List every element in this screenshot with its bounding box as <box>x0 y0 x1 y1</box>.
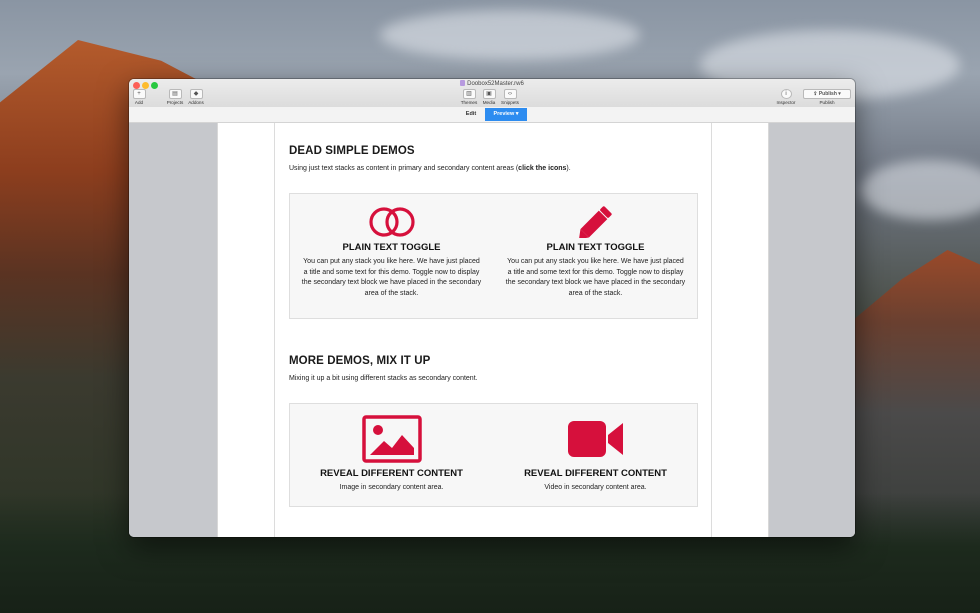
preview-viewport: DEAD SIMPLE DEMOS Using just text stacks… <box>129 123 855 537</box>
edit-mode-tab[interactable]: Edit <box>458 109 484 120</box>
cloud <box>380 10 640 60</box>
titlebar: Doobox52Master.rw6 + Add ▤ Projects ◆ Ad… <box>129 79 855 108</box>
card-title: PLAIN TEXT TOGGLE <box>546 242 645 253</box>
cloud <box>860 160 980 220</box>
info-icon: i <box>780 89 792 99</box>
mode-bar: Edit Preview ▾ <box>129 107 855 123</box>
page-content-column: DEAD SIMPLE DEMOS Using just text stacks… <box>274 123 712 537</box>
upload-icon: ⇪ <box>813 91 818 97</box>
projects-icon: ▤ <box>168 89 182 99</box>
demo-box: PLAIN TEXT TOGGLE You can put any stack … <box>289 193 698 319</box>
media-icon: ▣ <box>482 89 496 99</box>
card-text: You can put any stack you like here. We … <box>301 258 482 297</box>
toggle-card[interactable]: PLAIN TEXT TOGGLE You can put any stack … <box>290 194 493 299</box>
add-button[interactable]: + Add <box>132 89 146 105</box>
app-window: Doobox52Master.rw6 + Add ▤ Projects ◆ Ad… <box>129 79 855 537</box>
toggle-circles-icon[interactable] <box>368 206 416 238</box>
demo-box: REVEAL DIFFERENT CONTENT Image in second… <box>289 403 698 507</box>
pencil-icon[interactable] <box>572 206 620 238</box>
addons-button[interactable]: ◆ Addons <box>186 89 206 105</box>
card-title: REVEAL DIFFERENT CONTENT <box>524 468 667 479</box>
chevron-down-icon: ▾ <box>838 91 841 97</box>
card-text: Video in secondary content area. <box>544 484 647 491</box>
section-title: MORE DEMOS, MIX IT UP <box>289 355 431 367</box>
card-text: You can put any stack you like here. We … <box>505 258 686 297</box>
section-subtitle: Mixing it up a bit using different stack… <box>289 375 478 382</box>
plus-icon: + <box>132 89 146 99</box>
reveal-card[interactable]: REVEAL DIFFERENT CONTENT Video in second… <box>494 404 697 494</box>
code-icon: ‹› <box>503 89 517 99</box>
themes-button[interactable]: ▥ Themes <box>458 89 480 105</box>
document-title: Doobox52Master.rw6 <box>129 80 855 87</box>
publish-button[interactable]: ⇪ Publish ▾ Publish <box>801 89 853 105</box>
image-icon[interactable] <box>361 415 422 463</box>
web-page: DEAD SIMPLE DEMOS Using just text stacks… <box>217 123 769 537</box>
toggle-card[interactable]: PLAIN TEXT TOGGLE You can put any stack … <box>494 194 697 299</box>
reveal-card[interactable]: REVEAL DIFFERENT CONTENT Image in second… <box>290 404 493 494</box>
publish-dropdown[interactable]: ⇪ Publish ▾ <box>803 89 851 99</box>
section-title: DEAD SIMPLE DEMOS <box>289 145 415 157</box>
card-text: Image in secondary content area. <box>339 484 444 491</box>
media-button[interactable]: ▣ Media <box>481 89 497 105</box>
card-title: REVEAL DIFFERENT CONTENT <box>320 468 463 479</box>
card-title: PLAIN TEXT TOGGLE <box>342 242 441 253</box>
snippets-button[interactable]: ‹› Snippets <box>498 89 522 105</box>
addons-icon: ◆ <box>189 89 203 99</box>
themes-icon: ▥ <box>462 89 476 99</box>
preview-mode-tab[interactable]: Preview ▾ <box>485 108 527 121</box>
document-icon <box>460 80 466 86</box>
inspector-button[interactable]: i Inspector <box>773 89 799 105</box>
chevron-down-icon: ▾ <box>515 111 519 117</box>
projects-button[interactable]: ▤ Projects <box>165 89 185 105</box>
section-subtitle: Using just text stacks as content in pri… <box>289 165 571 172</box>
video-camera-icon[interactable] <box>566 415 626 463</box>
